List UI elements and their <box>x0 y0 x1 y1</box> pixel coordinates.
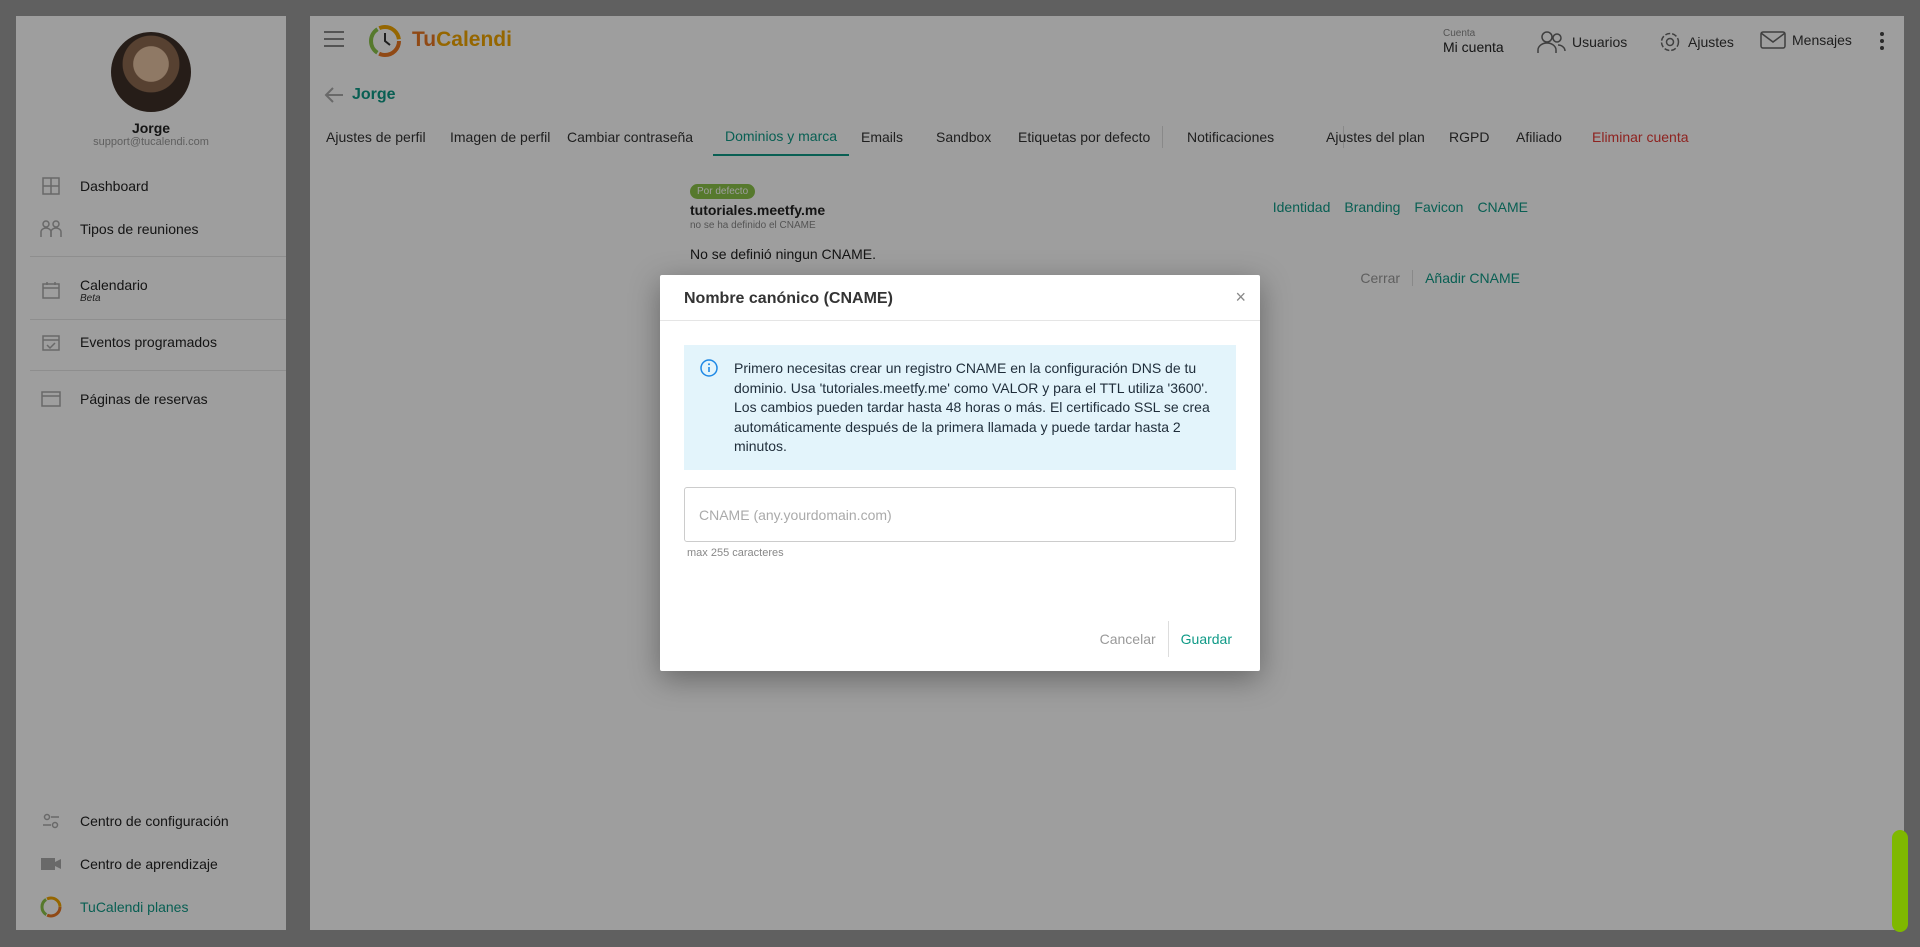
modal-title: Nombre canónico (CNAME) <box>684 290 893 307</box>
cancel-button[interactable]: Cancelar <box>1100 621 1169 657</box>
info-icon <box>700 359 718 377</box>
scrollbar-thumb[interactable] <box>1892 830 1908 932</box>
info-alert: Primero necesitas crear un registro CNAM… <box>684 345 1236 470</box>
cname-modal: Nombre canónico (CNAME) × Primero necesi… <box>660 275 1260 671</box>
modal-actions: Cancelar Guardar <box>1100 621 1232 657</box>
info-text: Primero necesitas crear un registro CNAM… <box>734 360 1210 455</box>
cname-input[interactable] <box>684 487 1236 542</box>
save-button[interactable]: Guardar <box>1181 621 1232 657</box>
max-length-hint: max 255 caracteres <box>687 547 784 559</box>
close-icon[interactable]: × <box>1235 287 1246 308</box>
modal-header: Nombre canónico (CNAME) × <box>660 275 1260 321</box>
